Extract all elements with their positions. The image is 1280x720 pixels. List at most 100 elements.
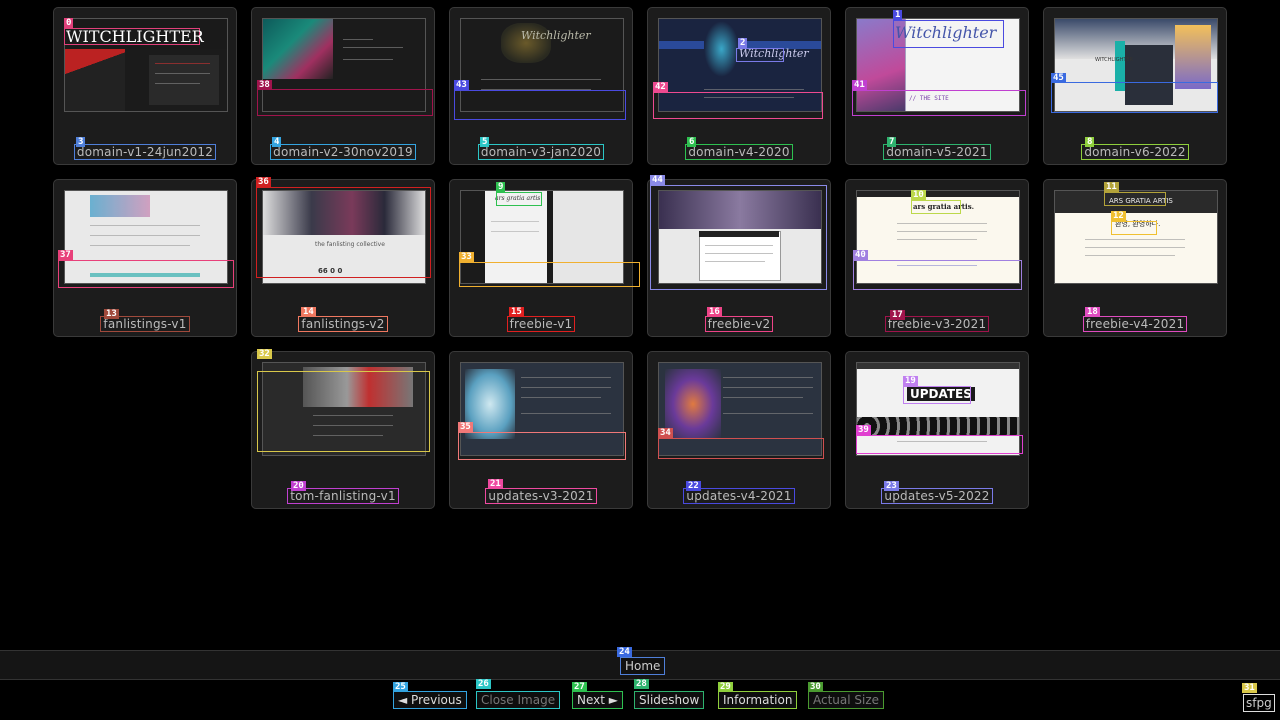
thumbnail[interactable]: Witchlighter // THE SITE xyxy=(856,18,1020,112)
caption-tag: 7 xyxy=(887,137,897,147)
close-image-button[interactable]: Close Image xyxy=(476,691,561,709)
thumbnail[interactable] xyxy=(460,362,624,456)
overlay-tag: 35 xyxy=(458,422,473,432)
gallery-item-freebie-v3[interactable]: ars gratia artis. freebie-v3-2021 xyxy=(845,179,1029,337)
gallery-item-freebie-v2[interactable]: freebie-v2 xyxy=(647,179,831,337)
overlay-tag: 11 xyxy=(1104,182,1119,192)
thumb-logo: Witchlighter xyxy=(521,29,591,42)
thumbnail[interactable] xyxy=(262,18,426,112)
thumbnail[interactable]: the fanlisting collective 66 0 0 xyxy=(262,190,426,284)
overlay-tag: 41 xyxy=(852,80,867,90)
overlay-tag: 2 xyxy=(738,38,748,48)
caption-tag: 4 xyxy=(272,137,282,147)
previous-button[interactable]: ◄ Previous xyxy=(393,691,467,709)
thumbnail[interactable] xyxy=(262,362,426,456)
thumbnail[interactable]: Witchlighter xyxy=(460,18,624,112)
caption-tag: 18 xyxy=(1085,307,1100,317)
thumbnail[interactable]: Witchlighter xyxy=(658,18,822,112)
actual-size-button[interactable]: Actual Size xyxy=(808,691,885,709)
caption-tag: 3 xyxy=(76,137,86,147)
gallery-item-freebie-v1[interactable]: ars gratia artis freebie-v1 xyxy=(449,179,633,337)
overlay-tag: 40 xyxy=(853,250,868,260)
overlay-tag: 36 xyxy=(256,177,271,187)
thumb-logo: WITCHLIGHTER xyxy=(1095,57,1134,63)
thumb-title: the fanlisting collective xyxy=(315,241,385,248)
gallery-item-updates-v5[interactable]: UPDATES updates-v5-2022 xyxy=(845,351,1029,509)
item-label[interactable]: domain-v2-30nov2019 xyxy=(270,144,416,160)
item-label[interactable]: freebie-v1 xyxy=(506,316,576,332)
overlay-tag: 43 xyxy=(454,80,469,90)
thumb-logo: Witchlighter xyxy=(739,47,809,60)
overlay-tag: 10 xyxy=(911,190,926,200)
caption-tag: 20 xyxy=(291,481,306,491)
overlay-tag: 39 xyxy=(856,425,871,435)
overlay-tag: 45 xyxy=(1051,73,1066,83)
thumb-logo: ars gratia artis xyxy=(495,195,541,202)
overlay-tag: 19 xyxy=(903,376,918,386)
item-label[interactable]: domain-v5-2021 xyxy=(883,144,991,160)
gallery-item-tom-fanlisting-v1[interactable]: tom-fanlisting-v1 xyxy=(251,351,435,509)
overlay-tag: 9 xyxy=(496,182,506,192)
thumbnail[interactable]: WITCHLIGHTER xyxy=(1054,18,1218,112)
overlay-tag: 28 xyxy=(634,679,649,689)
gallery-item-freebie-v4[interactable]: ARS GRATIA ARTIS 환영, 환영하다. freebie-v4-20… xyxy=(1043,179,1227,337)
overlay-tag: 26 xyxy=(476,679,491,689)
thumbnail[interactable] xyxy=(658,190,822,284)
gallery-item-domain-v3[interactable]: Witchlighter domain-v3-jan2020 xyxy=(449,7,633,165)
overlay-tag: 12 xyxy=(1111,211,1126,221)
overlay-tag: 33 xyxy=(459,252,474,262)
caption-tag: 23 xyxy=(884,481,899,491)
caption-tag: 22 xyxy=(686,481,701,491)
caption-tag: 17 xyxy=(890,310,905,320)
thumb-logo: ARS GRATIA ARTIS xyxy=(1109,197,1173,205)
slideshow-button[interactable]: Slideshow xyxy=(634,691,705,709)
gallery-item-domain-v5[interactable]: Witchlighter // THE SITE domain-v5-2021 xyxy=(845,7,1029,165)
caption-tag: 8 xyxy=(1085,137,1095,147)
gallery-item-updates-v4[interactable]: updates-v4-2021 xyxy=(647,351,831,509)
thumb-logo: ars gratia artis. xyxy=(913,202,975,211)
witchlighter-logo: WITCHLIGHTER xyxy=(66,27,204,46)
item-label[interactable]: fanlistings-v2 xyxy=(298,316,388,332)
thumbnail[interactable] xyxy=(658,362,822,456)
item-label[interactable]: domain-v3-jan2020 xyxy=(477,144,605,160)
home-button[interactable]: Home xyxy=(620,657,666,675)
item-label[interactable]: domain-v1-24jun2012 xyxy=(73,144,217,160)
thumb-title: UPDATES xyxy=(907,387,975,401)
thumbnail[interactable]: UPDATES xyxy=(856,362,1020,456)
item-label[interactable]: domain-v6-2022 xyxy=(1081,144,1189,160)
gallery-item-updates-v3[interactable]: updates-v3-2021 xyxy=(449,351,633,509)
thumbnail[interactable]: ars gratia artis. xyxy=(856,190,1020,284)
thumbnail[interactable] xyxy=(64,190,228,284)
overlay-tag: 44 xyxy=(650,175,665,185)
information-button[interactable]: Information xyxy=(718,691,798,709)
caption-tag: 15 xyxy=(509,307,524,317)
item-label[interactable]: freebie-v4-2021 xyxy=(1082,316,1188,332)
thumb-counts: 66 0 0 xyxy=(318,267,343,275)
caption-tag: 21 xyxy=(488,479,503,489)
gallery-item-fanlistings-v2[interactable]: the fanlisting collective 66 0 0 fanlist… xyxy=(251,179,435,337)
gallery-item-domain-v4[interactable]: Witchlighter domain-v4-2020 xyxy=(647,7,831,165)
thumbnail[interactable]: ARS GRATIA ARTIS 환영, 환영하다. xyxy=(1054,190,1218,284)
thumb-caption: // THE SITE xyxy=(909,95,949,102)
item-label[interactable]: updates-v3-2021 xyxy=(485,488,597,504)
caption-tag: 6 xyxy=(687,137,697,147)
thumbnail[interactable]: ars gratia artis xyxy=(460,190,624,284)
caption-tag: 14 xyxy=(301,307,316,317)
caption-tag: 16 xyxy=(707,307,722,317)
overlay-tag: 38 xyxy=(257,80,272,90)
item-label[interactable]: domain-v4-2020 xyxy=(685,144,793,160)
gallery-item-fanlistings-v1[interactable]: fanlistings-v1 xyxy=(53,179,237,337)
gallery-item-domain-v6[interactable]: WITCHLIGHTER domain-v6-2022 xyxy=(1043,7,1227,165)
item-label[interactable]: freebie-v2 xyxy=(704,316,774,332)
overlay-tag: 24 xyxy=(617,647,632,657)
overlay-tag: 32 xyxy=(257,349,272,359)
overlay-tag: 37 xyxy=(58,250,73,260)
next-button[interactable]: Next ► xyxy=(572,691,623,709)
thumb-logo: Witchlighter xyxy=(895,23,997,42)
brand-link[interactable]: sfpg xyxy=(1243,694,1275,712)
overlay-tag: 34 xyxy=(658,428,673,438)
overlay-tag: 1 xyxy=(893,10,903,20)
caption-tag: 13 xyxy=(104,309,119,319)
overlay-tag: 42 xyxy=(653,82,668,92)
overlay-tag: 31 xyxy=(1242,683,1257,693)
